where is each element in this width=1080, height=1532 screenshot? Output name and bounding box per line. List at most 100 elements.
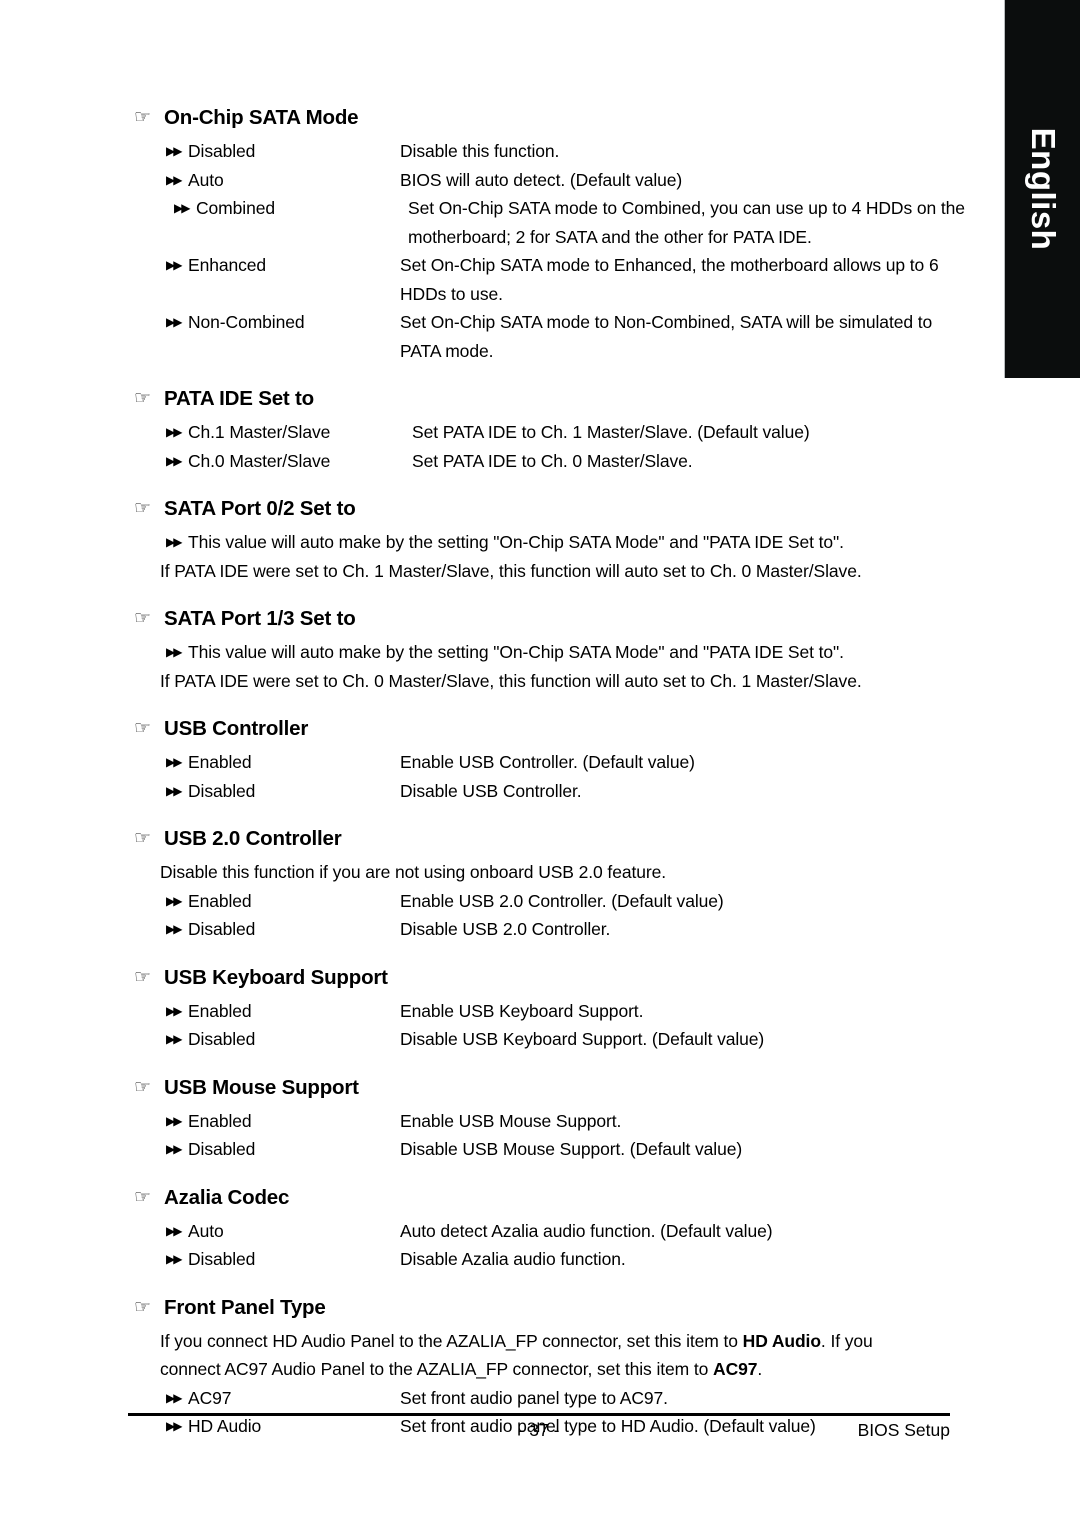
pointing-hand-icon: ☞ [134, 1295, 152, 1318]
section-usb-keyboard-support: ☞ USB Keyboard Support ▶▶ Enabled Enable… [0, 964, 1005, 1054]
section-pata-ide-set-to: ☞ PATA IDE Set to ▶▶ Ch.1 Master/Slave S… [0, 385, 1005, 475]
option-label: Auto [188, 169, 224, 190]
section-on-chip-sata-mode: ☞ On-Chip SATA Mode ▶▶ Disabled Disable … [0, 104, 1005, 365]
option-row: ▶▶ Disabled Disable this function. [0, 137, 1005, 166]
double-arrow-icon: ▶▶ [166, 1032, 182, 1046]
double-arrow-icon: ▶▶ [166, 1113, 182, 1128]
double-arrow-icon: ▶▶ [166, 535, 182, 549]
option-description: Set PATA IDE to Ch. 1 Master/Slave. (Def… [412, 422, 810, 442]
option-label: Disabled [188, 1249, 256, 1269]
paragraph-text: This value will auto make by the setting… [188, 642, 844, 662]
section-title: PATA IDE Set to [164, 387, 314, 410]
section-heading: ☞ SATA Port 1/3 Set to [0, 605, 1005, 632]
option-description: Auto detect Azalia audio function. (Defa… [400, 1220, 773, 1241]
option-row: ▶▶ Auto BIOS will auto detect. (Default … [0, 166, 1005, 195]
option-description-line: HDDs to use. [400, 283, 503, 304]
option-label: Auto [188, 1220, 224, 1241]
option-label: Disabled [188, 919, 256, 939]
section-heading: ☞ SATA Port 0/2 Set to [0, 495, 1005, 522]
option-label: Non-Combined [188, 312, 305, 332]
paragraph-text: This value will auto make by the setting… [188, 532, 844, 552]
section-heading: ☞ Azalia Codec [0, 1184, 1005, 1211]
option-description-line: Set On-Chip SATA mode to Combined, you c… [408, 198, 965, 218]
section-title: SATA Port 0/2 Set to [164, 497, 356, 520]
section-intro-line: connect AC97 Audio Panel to the AZALIA_F… [0, 1355, 1005, 1384]
option-description: Disable USB Mouse Support. (Default valu… [400, 1139, 743, 1159]
option-row: ▶▶ Ch.1 Master/Slave Set PATA IDE to Ch.… [0, 418, 1005, 447]
option-description: Set front audio panel type to AC97. [400, 1387, 668, 1408]
section-usb-controller: ☞ USB Controller ▶▶ Enabled Enable USB C… [0, 715, 1005, 805]
option-description: Set On-Chip SATA mode to Non-Combined, S… [400, 308, 1005, 365]
paragraph-text: If PATA IDE were set to Ch. 0 Master/Sla… [160, 670, 862, 691]
section-heading: ☞ USB Keyboard Support [0, 964, 1005, 991]
option-description-line: motherboard; 2 for SATA and the other fo… [408, 226, 812, 247]
option-description: Disable USB Keyboard Support. (Default v… [400, 1029, 765, 1049]
paragraph-bullet-row: ▶▶ This value will auto make by the sett… [0, 638, 1005, 667]
intro-bold-ac97: AC97 [713, 1359, 758, 1379]
option-row: ▶▶ Disabled Disable USB Keyboard Support… [0, 1025, 1005, 1054]
option-label: Enhanced [188, 255, 267, 275]
double-arrow-icon: ▶▶ [166, 453, 182, 468]
page-footer: - 37 - BIOS Setup [128, 1413, 950, 1450]
intro-text-part: . [757, 1359, 763, 1379]
option-description: Disable Azalia audio function. [400, 1249, 626, 1269]
intro-text-part: . If you [820, 1330, 873, 1351]
double-arrow-icon: ▶▶ [166, 425, 182, 439]
section-title: Azalia Codec [164, 1185, 290, 1209]
paragraph-bullet-row: ▶▶ This value will auto make by the sett… [0, 528, 1005, 557]
double-arrow-icon: ▶▶ [166, 258, 182, 272]
option-label: Combined [196, 198, 275, 218]
option-row: ▶▶ Enabled Enable USB 2.0 Controller. (D… [0, 887, 1005, 916]
pointing-hand-icon: ☞ [134, 717, 152, 739]
section-intro-text: Disable this function if you are not usi… [160, 862, 666, 882]
double-arrow-icon: ▶▶ [166, 645, 182, 659]
section-heading: ☞ USB Mouse Support [0, 1074, 1005, 1101]
option-description: Disable USB Controller. [400, 780, 582, 801]
option-row: ▶▶ Disabled Disable Azalia audio functio… [0, 1245, 1005, 1274]
section-heading: ☞ Front Panel Type [0, 1294, 1005, 1321]
option-row: ▶▶ Enhanced Set On-Chip SATA mode to Enh… [0, 251, 1005, 308]
option-description: Disable this function. [400, 141, 560, 161]
option-description: Set On-Chip SATA mode to Combined, you c… [408, 194, 1005, 251]
pointing-hand-icon: ☞ [134, 1075, 152, 1098]
intro-text-part: connect AC97 Audio Panel to the AZALIA_F… [160, 1359, 714, 1379]
option-row: ▶▶ Enabled Enable USB Mouse Support. [0, 1107, 1005, 1136]
option-description-line: Set On-Chip SATA mode to Non-Combined, S… [400, 312, 933, 332]
double-arrow-icon: ▶▶ [166, 922, 182, 936]
section-heading: ☞ USB Controller [0, 715, 1005, 742]
intro-text-part: If you connect HD Audio Panel to the AZA… [160, 1330, 743, 1351]
section-sata-port-1-3-set-to: ☞ SATA Port 1/3 Set to ▶▶ This value wil… [0, 605, 1005, 695]
section-heading: ☞ PATA IDE Set to [0, 385, 1005, 412]
section-title: USB Mouse Support [164, 1075, 359, 1099]
section-usb-mouse-support: ☞ USB Mouse Support ▶▶ Enabled Enable US… [0, 1074, 1005, 1164]
option-description: Disable USB 2.0 Controller. [400, 919, 611, 939]
pointing-hand-icon: ☞ [134, 607, 152, 629]
option-row: ▶▶ Disabled Disable USB Controller. [0, 777, 1005, 806]
section-intro-line: If you connect HD Audio Panel to the AZA… [0, 1327, 1005, 1356]
language-tab: English [1005, 0, 1080, 378]
pointing-hand-icon: ☞ [134, 497, 152, 519]
option-row: ▶▶ AC97 Set front audio panel type to AC… [0, 1384, 1005, 1413]
double-arrow-icon: ▶▶ [166, 144, 182, 158]
pointing-hand-icon: ☞ [134, 106, 152, 128]
option-label: Ch.0 Master/Slave [188, 450, 331, 471]
option-label: Enabled [188, 890, 252, 911]
option-label: Enabled [188, 752, 252, 772]
section-title: USB 2.0 Controller [164, 827, 342, 850]
document-page: ☞ On-Chip SATA Mode ▶▶ Disabled Disable … [0, 0, 1005, 1532]
option-row: ▶▶ Disabled Disable USB 2.0 Controller. [0, 915, 1005, 944]
option-row: ▶▶ Ch.0 Master/Slave Set PATA IDE to Ch.… [0, 447, 1005, 476]
option-description: Enable USB Mouse Support. [400, 1110, 622, 1131]
footer-row: - 37 - BIOS Setup [128, 1416, 950, 1450]
double-arrow-icon: ▶▶ [166, 1390, 182, 1405]
double-arrow-icon: ▶▶ [166, 755, 182, 769]
option-description: Set PATA IDE to Ch. 0 Master/Slave. [412, 450, 693, 471]
section-heading: ☞ USB 2.0 Controller [0, 825, 1005, 852]
option-description: BIOS will auto detect. (Default value) [400, 169, 683, 190]
double-arrow-icon: ▶▶ [174, 201, 190, 215]
section-sata-port-0-2-set-to: ☞ SATA Port 0/2 Set to ▶▶ This value wil… [0, 495, 1005, 585]
section-title: Front Panel Type [164, 1295, 326, 1319]
document-body: ☞ On-Chip SATA Mode ▶▶ Disabled Disable … [0, 104, 1005, 1441]
double-arrow-icon: ▶▶ [166, 1142, 182, 1156]
pointing-hand-icon: ☞ [134, 965, 152, 988]
